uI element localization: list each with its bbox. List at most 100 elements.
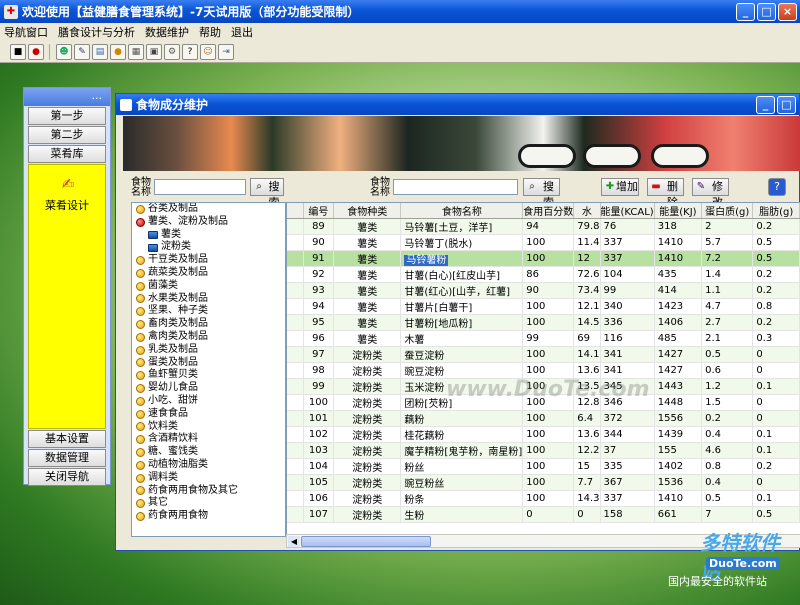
nav-close[interactable]: 关闭导航 xyxy=(28,468,106,486)
table-cell[interactable]: 0 xyxy=(752,394,800,411)
table-cell[interactable]: 薯类 xyxy=(333,282,402,299)
table-cell[interactable]: 2.7 xyxy=(701,314,754,331)
food-table[interactable]: 编号 食物种类 食物名称 食用百分数水能量(KCAL) 能量(KJ) 蛋白质(g) 脂肪(g… xyxy=(286,202,800,539)
row-indicator[interactable] xyxy=(287,218,304,235)
table-cell[interactable]: 340 xyxy=(600,298,655,315)
table-cell[interactable]: 99 xyxy=(303,378,335,395)
table-cell[interactable]: 661 xyxy=(654,506,703,523)
table-cell[interactable]: 100 xyxy=(522,250,575,267)
table-cell[interactable]: 淀粉类 xyxy=(333,426,402,443)
table-row[interactable]: 89 薯类 马铃薯[土豆，洋芋] 94 79.8 76 318 2 0.2 xyxy=(287,218,800,235)
row-indicator[interactable] xyxy=(287,394,304,411)
row-indicator[interactable] xyxy=(287,490,304,507)
table-cell[interactable]: 木薯 xyxy=(400,330,524,347)
table-cell[interactable]: 0 xyxy=(752,362,800,379)
table-cell[interactable]: 淀粉类 xyxy=(333,506,402,523)
table-cell[interactable]: 94 xyxy=(522,218,575,235)
table-cell[interactable]: 98 xyxy=(303,362,335,379)
tree-item[interactable]: 蛋类及制品 xyxy=(132,357,285,370)
table-row[interactable]: 101 淀粉类 藕粉 100 6.4 372 1556 0.2 0 xyxy=(287,410,800,427)
table-cell[interactable]: 马铃薯[土豆，洋芋] xyxy=(400,218,524,235)
table-cell[interactable]: 337 xyxy=(600,234,655,251)
table-row[interactable]: 95 薯类 甘薯粉[地瓜粉] 100 14.5 336 1406 2.7 0.2 xyxy=(287,314,800,331)
table-cell[interactable]: 生粉 xyxy=(400,506,524,523)
tree-item[interactable]: 小吃、甜饼 xyxy=(132,395,285,408)
table-cell[interactable]: 76 xyxy=(600,218,655,235)
table-cell[interactable]: 1427 xyxy=(654,346,703,363)
table-cell[interactable]: 魔芋精粉[鬼芋粉，南星粉] xyxy=(400,442,524,459)
table-cell[interactable]: 2.1 xyxy=(701,330,754,347)
table-cell[interactable]: 豌豆粉丝 xyxy=(400,474,524,491)
table-cell[interactable]: 414 xyxy=(654,282,703,299)
table-cell[interactable]: 蚕豆淀粉 xyxy=(400,346,524,363)
tree-item[interactable]: 调料类 xyxy=(132,472,285,485)
table-cell[interactable]: 337 xyxy=(600,250,655,267)
people-icon[interactable]: ☺ xyxy=(200,43,216,60)
maximize-button[interactable]: □ xyxy=(757,2,776,21)
row-indicator[interactable] xyxy=(287,442,304,459)
table-row[interactable]: 94 薯类 甘薯片[白薯干] 100 12.1 340 1423 4.7 0.8 xyxy=(287,298,800,315)
table-cell[interactable]: 104 xyxy=(600,266,655,283)
column-header[interactable]: 能量(KCAL) xyxy=(600,203,655,219)
tree-item[interactable]: 谷类及制品 xyxy=(132,203,285,216)
exit-icon[interactable]: ⇥ xyxy=(218,43,234,60)
table-row[interactable]: 93 薯类 甘薯(红心)[山芋，红薯] 90 73.4 99 414 1.1 0.2 xyxy=(287,282,800,299)
table-cell[interactable]: 100 xyxy=(522,234,575,251)
table-cell[interactable]: 101 xyxy=(303,410,335,427)
window-minimize-button[interactable]: _ xyxy=(756,95,775,114)
tree-item[interactable]: 禽肉类及制品 xyxy=(132,331,285,344)
table-cell[interactable]: 0.2 xyxy=(752,218,800,235)
column-header[interactable]: 食物名称 xyxy=(400,203,524,219)
table-cell[interactable]: 37 xyxy=(600,442,655,459)
right-search-input[interactable] xyxy=(393,179,518,195)
column-header[interactable]: 能量(KJ) xyxy=(654,203,703,219)
gear-icon[interactable]: ⚙ xyxy=(164,43,180,60)
table-cell[interactable]: 12.2 xyxy=(573,442,601,459)
table-cell[interactable]: 89 xyxy=(303,218,335,235)
table-cell[interactable]: 0.8 xyxy=(701,458,754,475)
table-cell[interactable]: 薯类 xyxy=(333,266,402,283)
table-cell[interactable]: 0.2 xyxy=(701,410,754,427)
row-indicator[interactable] xyxy=(287,234,304,251)
column-header[interactable]: 蛋白质(g) xyxy=(701,203,754,219)
nav-basic-settings[interactable]: 基本设置 xyxy=(28,430,106,448)
table-cell[interactable]: 100 xyxy=(303,394,335,411)
tree-item[interactable]: 蔬菜类及制品 xyxy=(132,267,285,280)
table-cell[interactable]: 14.5 xyxy=(573,314,601,331)
table-cell[interactable]: 马铃薯丁(脱水) xyxy=(400,234,524,251)
row-indicator[interactable] xyxy=(287,282,304,299)
nav-dish-library[interactable]: 菜肴库 xyxy=(28,145,106,163)
table-cell[interactable]: 14.1 xyxy=(573,346,601,363)
table-cell[interactable]: 0.5 xyxy=(701,346,754,363)
row-indicator[interactable] xyxy=(287,298,304,315)
table-cell[interactable]: 0.2 xyxy=(752,314,800,331)
delete-button[interactable]: ▬删除 xyxy=(647,178,684,209)
table-cell[interactable]: 99 xyxy=(522,330,575,347)
table-cell[interactable]: 1536 xyxy=(654,474,703,491)
table-cell[interactable]: 1423 xyxy=(654,298,703,315)
left-search-input[interactable] xyxy=(154,179,246,195)
table-cell[interactable]: 103 xyxy=(303,442,335,459)
table-cell[interactable]: 367 xyxy=(600,474,655,491)
table-cell[interactable]: 435 xyxy=(654,266,703,283)
tree-child-item[interactable]: 薯类 xyxy=(132,229,285,242)
table-cell[interactable]: 337 xyxy=(600,490,655,507)
table-cell[interactable]: 0.4 xyxy=(701,426,754,443)
row-indicator[interactable] xyxy=(287,314,304,331)
table-cell[interactable]: 155 xyxy=(654,442,703,459)
table-cell[interactable]: 12 xyxy=(573,250,601,267)
table-cell[interactable]: 0 xyxy=(573,506,601,523)
table-row[interactable]: 106 淀粉类 粉条 100 14.3 337 1410 0.5 0.1 xyxy=(287,490,800,507)
table-cell[interactable]: 淀粉类 xyxy=(333,362,402,379)
table-cell[interactable]: 72.6 xyxy=(573,266,601,283)
table-cell[interactable]: 14.3 xyxy=(573,490,601,507)
table-cell[interactable]: 91 xyxy=(303,250,335,267)
table-cell[interactable]: 341 xyxy=(600,346,655,363)
table-cell[interactable]: 粉条 xyxy=(400,490,524,507)
row-indicator[interactable] xyxy=(287,426,304,443)
table-cell[interactable]: 0.1 xyxy=(752,490,800,507)
table-cell[interactable]: 薯类 xyxy=(333,250,402,267)
left-search-button[interactable]: ⌕搜索 xyxy=(250,178,284,209)
table-cell[interactable]: 73.4 xyxy=(573,282,601,299)
table-cell[interactable]: 335 xyxy=(600,458,655,475)
